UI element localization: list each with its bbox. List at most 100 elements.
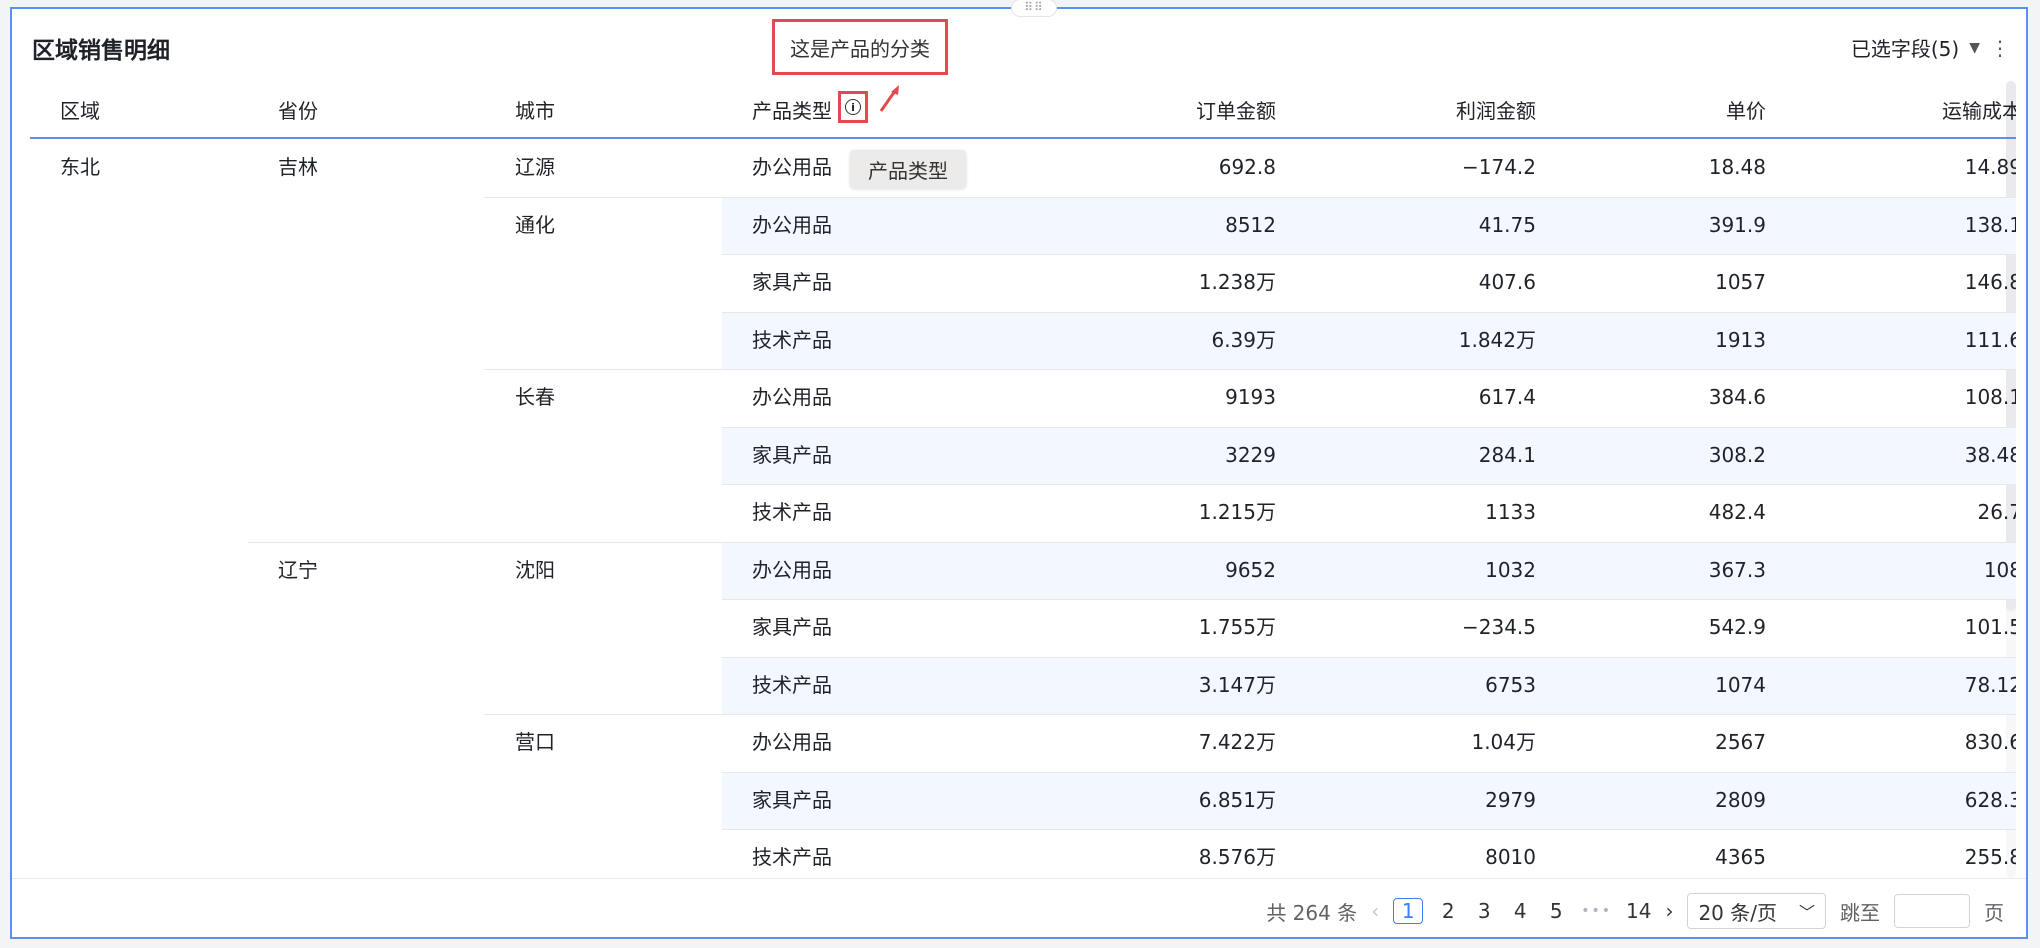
row-separator [722,484,2016,485]
cell-profit: 407.6 [1478,270,1536,294]
cell-profit: 1.842万 [1458,327,1536,352]
pagination: 共 264 条 ‹ 1 2 3 4 5 ••• 14 › 20 条/页 ﹀ 跳至… [1252,893,2004,929]
page-title: 区域销售明细 [32,38,170,64]
cell-profit: −234.5 [1461,615,1536,639]
cell-profit: 284.1 [1478,442,1536,467]
info-icon[interactable]: i [845,99,861,115]
row-separator [484,714,2016,715]
fields-selector[interactable]: 已选字段(5) ▼ ⋮ [1851,33,2010,62]
cell-price: 308.2 [1708,442,1766,467]
cell-price: 4365 [1715,845,1766,869]
cell-profit: 1.04万 [1471,730,1536,754]
cell-category: 办公用品 [752,385,832,409]
fields-selector-label[interactable]: 已选字段(5) [1851,33,1959,62]
cell-price: 1074 [1715,672,1766,697]
cell-shipping: 830.6 [1964,730,2016,754]
row-band [722,426,2016,484]
row-band [722,771,2016,829]
more-vertical-icon[interactable]: ⋮ [1990,38,2010,58]
table-header: 区域 省份 城市 产品类型 i 订单金额 利润金额 单价 运输成本 [30,81,2016,139]
cell-order: 8.576万 [1198,845,1276,869]
page-2-button[interactable]: 2 [1437,899,1459,923]
row-separator [484,369,2016,370]
cell-category: 家具产品 [752,787,832,812]
chevron-right-icon[interactable]: › [1665,899,1673,923]
cell-order: 3229 [1225,442,1276,467]
cell-price: 482.4 [1708,500,1766,524]
chevron-left-icon[interactable]: ‹ [1371,899,1379,923]
column-header-city[interactable]: 城市 [515,95,555,124]
page-1-button[interactable]: 1 [1393,898,1424,924]
cell-city: 沈阳 [515,557,555,582]
cell-category: 家具产品 [752,270,832,294]
total-count: 共 264 条 [1266,900,1358,925]
page-size-value: 20 条/页 [1698,900,1777,925]
info-highlight-box[interactable]: i [838,91,868,123]
page-5-button[interactable]: 5 [1545,899,1567,923]
pagination-ellipsis[interactable]: ••• [1581,903,1612,919]
goto-page-input[interactable] [1894,894,1970,928]
page-4-button[interactable]: 4 [1509,899,1531,923]
cell-shipping: 78.12 [1964,672,2016,697]
cell-price: 18.48 [1708,155,1766,179]
cell-profit: 41.75 [1478,212,1536,237]
cell-price: 1057 [1715,270,1766,294]
caret-down-icon[interactable]: ▼ [1969,40,1980,56]
drag-handle-icon[interactable]: ⠿⠿ [1011,0,1057,17]
cell-price: 542.9 [1708,615,1766,639]
row-band [722,541,2016,599]
page-size-select[interactable]: 20 条/页 ﹀ [1687,893,1826,929]
cell-order: 8512 [1225,212,1276,237]
cell-shipping: 628.3 [1964,787,2016,812]
cell-shipping: 108 [1983,557,2016,582]
row-separator [484,196,2016,198]
goto-label: 跳至 [1840,900,1880,925]
column-header-order-amount[interactable]: 订单金额 [1196,95,1276,124]
column-header-profit-amount[interactable]: 利润金额 [1456,95,1536,124]
cell-region: 东北 [60,155,100,179]
cell-shipping: 26.7 [1977,500,2016,524]
cell-order: 7.422万 [1198,730,1276,754]
cell-shipping: 255.8 [1964,845,2016,869]
cell-shipping: 108.1 [1964,385,2016,409]
column-header-region[interactable]: 区域 [60,95,100,124]
cell-order: 6.39万 [1211,327,1276,352]
page-3-button[interactable]: 3 [1473,899,1495,923]
cell-profit: 1133 [1485,500,1536,524]
column-header-province[interactable]: 省份 [278,95,318,124]
cell-category: 家具产品 [752,615,832,639]
cell-profit: 617.4 [1478,385,1536,409]
cell-shipping: 146.8 [1964,270,2016,294]
header-tooltip: 产品类型 [850,150,966,188]
cell-city: 营口 [515,730,555,754]
row-band [722,196,2016,254]
column-header-unit-price[interactable]: 单价 [1726,95,1766,124]
row-separator [722,254,2016,255]
row-band [722,311,2016,369]
cell-shipping: 14.89 [1964,155,2016,179]
cell-category: 办公用品 [752,730,832,754]
cell-price: 2809 [1715,787,1766,812]
row-separator [722,599,2016,600]
column-header-category[interactable]: 产品类型 [752,95,832,124]
cell-order: 6.851万 [1198,787,1276,812]
cell-profit: 2979 [1485,787,1536,812]
cell-category: 办公用品 [752,557,832,582]
page-last-button[interactable]: 14 [1626,899,1651,923]
cell-order: 1.238万 [1198,270,1276,294]
table-footer: 共 264 条 ‹ 1 2 3 4 5 ••• 14 › 20 条/页 ﹀ 跳至… [12,878,2026,939]
cell-profit: 1032 [1485,557,1536,582]
cell-shipping: 111.6 [1964,327,2016,352]
cell-category: 技术产品 [752,672,832,697]
cell-shipping: 38.48 [1964,442,2016,467]
cell-city: 长春 [515,385,555,409]
cell-shipping: 138.1 [1964,212,2016,237]
cell-category: 技术产品 [752,327,832,352]
row-separator [722,771,2016,773]
goto-suffix: 页 [1984,900,2004,925]
cell-price: 1913 [1715,327,1766,352]
cell-price: 391.9 [1708,212,1766,237]
row-separator [722,829,2016,830]
row-separator [722,426,2016,428]
column-header-shipping-cost[interactable]: 运输成本 [1942,95,2016,124]
